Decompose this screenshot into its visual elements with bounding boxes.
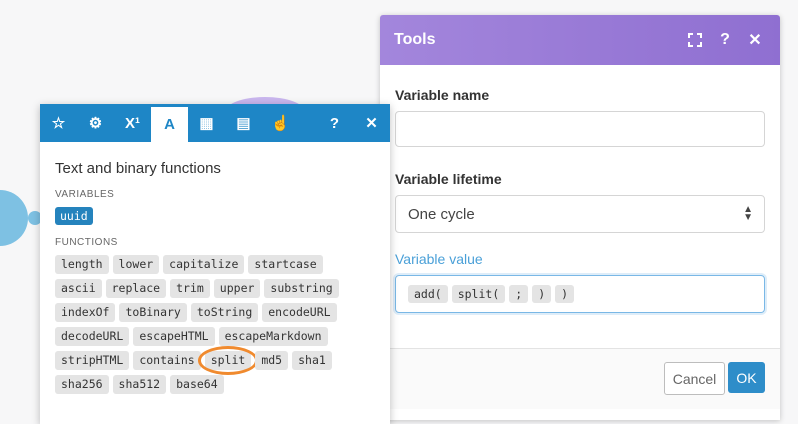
variable-lifetime-label: Variable lifetime: [395, 171, 502, 187]
picker-tabs: ☆ ⚙ X¹ A ▦ ▤ ☝ ? ✕: [40, 104, 390, 142]
tools-footer: Cancel OK: [380, 348, 780, 409]
function-chip-tobinary[interactable]: toBinary: [119, 303, 187, 322]
close-icon[interactable]: ✕: [353, 104, 390, 142]
tools-title: Tools: [394, 31, 436, 48]
token-close-paren[interactable]: ): [532, 285, 552, 303]
select-caret-icon: ▲ ▼: [743, 204, 753, 223]
expand-icon[interactable]: [684, 29, 706, 51]
function-chip-decodeurl[interactable]: decodeURL: [55, 327, 130, 346]
function-chip-split[interactable]: split: [197, 346, 258, 375]
cancel-button[interactable]: Cancel: [664, 362, 725, 395]
function-chip-trim[interactable]: trim: [170, 279, 210, 298]
text-icon[interactable]: A: [151, 107, 188, 142]
variable-value-input[interactable]: add( split( ; ) ): [395, 275, 765, 313]
table-icon[interactable]: ▤: [225, 104, 262, 142]
function-chip-capitalize[interactable]: capitalize: [163, 255, 245, 274]
hand-icon[interactable]: ☝: [262, 104, 299, 142]
token-close-paren[interactable]: ): [555, 285, 575, 303]
variable-chip-uuid[interactable]: uuid: [55, 207, 93, 225]
function-chip-lower[interactable]: lower: [112, 255, 160, 274]
function-chip-substring[interactable]: substring: [264, 279, 339, 298]
tools-header: Tools ? ✕: [380, 15, 780, 65]
variable-name-label: Variable name: [395, 87, 490, 103]
picker-title: Text and binary functions: [55, 160, 221, 177]
function-chip-contains[interactable]: contains: [133, 351, 201, 370]
token-semicolon[interactable]: ;: [509, 285, 529, 303]
help-icon[interactable]: ?: [316, 104, 353, 142]
function-chip-replace[interactable]: replace: [105, 279, 167, 298]
variable-value-label: Variable value: [395, 251, 483, 267]
variable-lifetime-value: One cycle: [408, 205, 475, 223]
token-add[interactable]: add(: [408, 285, 448, 303]
function-chip-sha1[interactable]: sha1: [292, 351, 332, 370]
function-picker: ☆ ⚙ X¹ A ▦ ▤ ☝ ? ✕ Text and binary funct…: [40, 104, 390, 424]
function-chip-length[interactable]: length: [55, 255, 109, 274]
function-chip-base64[interactable]: base64: [170, 375, 224, 394]
function-chip-escapehtml[interactable]: escapeHTML: [133, 327, 215, 346]
function-chip-escapemarkdown[interactable]: escapeMarkdown: [218, 327, 328, 346]
variable-lifetime-select[interactable]: One cycle ▲ ▼: [395, 195, 765, 233]
token-split[interactable]: split(: [451, 285, 506, 303]
variable-name-input[interactable]: [395, 111, 765, 147]
superscript-icon[interactable]: X¹: [114, 104, 151, 142]
ok-button[interactable]: OK: [728, 362, 765, 393]
functions-heading: FUNCTIONS: [55, 237, 118, 248]
function-chip-ascii[interactable]: ascii: [55, 279, 102, 298]
module-node-circle[interactable]: [0, 190, 28, 246]
star-icon[interactable]: ☆: [40, 104, 77, 142]
function-chip-tostring[interactable]: toString: [190, 303, 259, 322]
functions-list: length lower capitalize startcase ascii repla…: [55, 255, 375, 399]
tools-dialog: Tools ? ✕ Variable name Variable lifetim…: [380, 15, 780, 420]
function-chip-sha512[interactable]: sha512: [112, 375, 167, 394]
function-chip-sha256[interactable]: sha256: [55, 375, 109, 394]
function-chip-encodeurl[interactable]: encodeURL: [262, 303, 337, 322]
calendar-icon[interactable]: ▦: [188, 104, 225, 142]
function-chip-striphtml[interactable]: stripHTML: [55, 351, 130, 370]
gear-icon[interactable]: ⚙: [77, 104, 114, 142]
function-chip-startcase[interactable]: startcase: [248, 255, 323, 274]
variables-heading: VARIABLES: [55, 189, 115, 200]
function-chip-md5[interactable]: md5: [255, 351, 289, 370]
help-icon[interactable]: ?: [714, 29, 736, 51]
function-chip-indexof[interactable]: indexOf: [55, 303, 116, 322]
close-icon[interactable]: ✕: [744, 29, 766, 51]
function-chip-upper[interactable]: upper: [213, 279, 261, 298]
